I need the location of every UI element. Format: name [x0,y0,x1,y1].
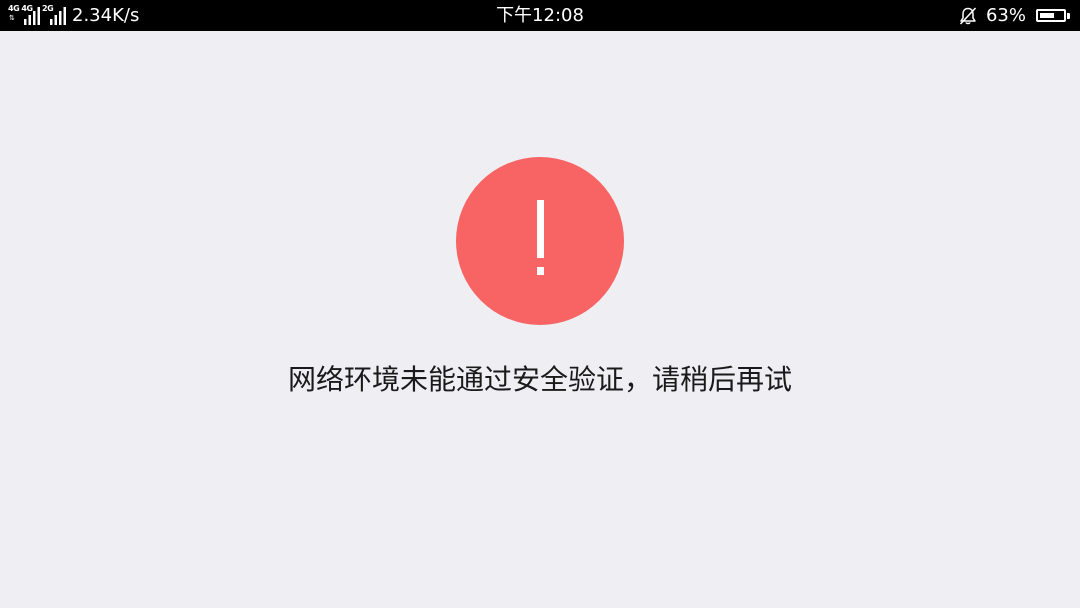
alert-circle [456,157,624,325]
error-message: 网络环境未能通过安全验证，请稍后再试 [287,363,792,396]
exclamation-icon [537,200,544,275]
battery-tip [1067,12,1070,19]
status-bar: 4G 4G ⇅ 2G 2.34K/s 下午12:08 63% [0,0,1080,31]
status-bar-right: 63% [958,0,1070,31]
data-arrows-icon: ⇅ [9,14,15,22]
status-bar-time: 下午12:08 [496,5,584,26]
signal-2g-icon: 2G [42,0,68,31]
network-speed: 2.34K/s [72,5,140,26]
signal-4g-icon: 4G 4G ⇅ [8,0,42,31]
battery-icon [1036,9,1066,22]
status-bar-left: 4G 4G ⇅ 2G 2.34K/s [8,0,139,31]
battery-percent: 63% [985,5,1026,26]
bell-muted-icon [959,6,977,25]
battery-fill [1040,13,1054,18]
